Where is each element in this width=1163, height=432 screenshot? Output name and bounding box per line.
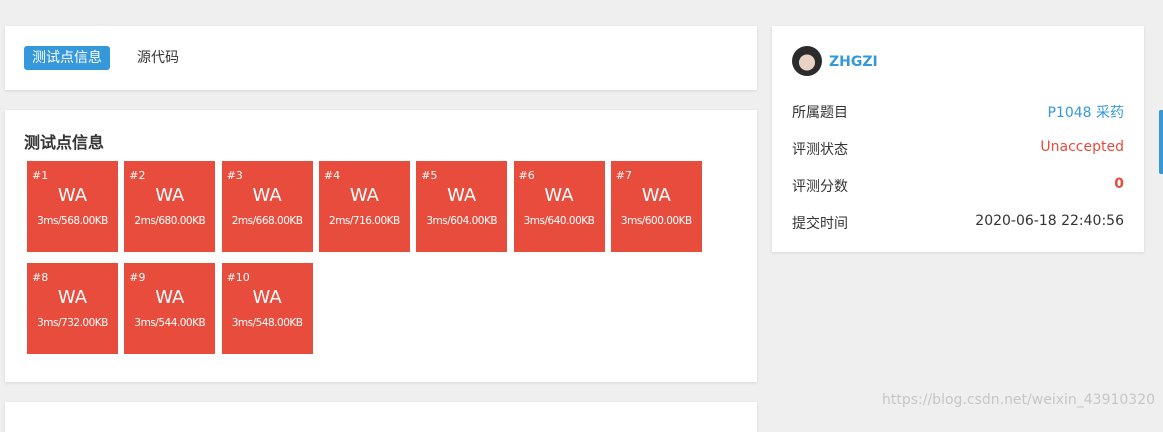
test-tile[interactable]: #1 WA 3ms/568.00KB <box>27 161 118 252</box>
test-tile[interactable]: #4 WA 2ms/716.00KB <box>318 161 410 252</box>
test-id: #7 <box>615 169 633 182</box>
test-tile[interactable]: #6 WA 3ms/640.00KB <box>513 161 605 252</box>
test-time-memory: 3ms/548.00KB <box>231 317 303 329</box>
test-id: #2 <box>129 169 146 182</box>
test-id: #1 <box>32 169 49 182</box>
test-time-memory: 3ms/604.00KB <box>426 215 498 227</box>
test-status: WA <box>155 185 185 206</box>
test-status: WA <box>155 287 185 308</box>
test-id: #10 <box>226 271 250 284</box>
test-id: #8 <box>32 271 49 284</box>
test-time-memory: 3ms/600.00KB <box>620 215 692 227</box>
test-status: WA <box>447 185 477 206</box>
test-time-memory: 2ms/680.00KB <box>134 215 206 227</box>
status-label: 评测状态 <box>792 142 848 158</box>
test-tile[interactable]: #3 WA 2ms/668.00KB <box>221 161 313 252</box>
problem-label: 所属题目 <box>792 105 848 121</box>
test-status: WA <box>641 185 671 206</box>
test-points-card: 测试点信息 #1 WA 3ms/568.00KB #2 WA 2ms/680.00KB #3… <box>5 110 757 382</box>
test-id: #6 <box>518 169 535 182</box>
test-id: #3 <box>226 169 243 182</box>
score-value: 0 <box>1114 176 1124 192</box>
test-tile[interactable]: #2 WA 2ms/680.00KB <box>124 161 216 252</box>
watermark-text: https://blog.csdn.net/weixin_43910320 <box>882 392 1156 408</box>
submit-time-value: 2020-06-18 22:40:56 <box>975 213 1124 229</box>
tabs-card: 测试点信息 源代码 <box>5 26 757 90</box>
test-time-memory: 2ms/716.00KB <box>329 215 400 227</box>
test-time-memory: 3ms/544.00KB <box>134 317 206 329</box>
test-tile[interactable]: #8 WA 3ms/732.00KB <box>27 263 118 354</box>
test-tile[interactable]: #5 WA 3ms/604.00KB <box>416 161 508 252</box>
submit-time-label: 提交时间 <box>792 216 848 232</box>
test-status: WA <box>252 185 282 206</box>
submission-info-card: ZHGZI 所属题目 P1048 采药 评测状态 Unaccepted 评测分数… <box>772 26 1144 252</box>
test-time-memory: 2ms/668.00KB <box>231 215 303 227</box>
test-id: #5 <box>421 169 438 182</box>
user-avatar-icon[interactable] <box>792 46 822 76</box>
test-id: #4 <box>323 169 341 182</box>
tab-test-points[interactable]: 测试点信息 <box>24 46 110 70</box>
test-time-memory: 3ms/732.00KB <box>37 317 108 329</box>
test-status: WA <box>57 185 88 206</box>
test-id: #9 <box>129 271 146 284</box>
problem-link[interactable]: P1048 采药 <box>1047 102 1124 122</box>
tab-source-code[interactable]: 源代码 <box>129 46 187 70</box>
test-tile[interactable]: #7 WA 3ms/600.00KB <box>610 161 702 252</box>
test-tile[interactable]: #10 WA 3ms/548.00KB <box>221 263 313 354</box>
score-label: 评测分数 <box>792 179 848 195</box>
username-link[interactable]: ZHGZI <box>829 54 878 70</box>
test-status: WA <box>252 287 282 308</box>
test-tile[interactable]: #9 WA 3ms/544.00KB <box>124 263 216 354</box>
next-section-card <box>5 402 757 432</box>
test-status: WA <box>544 185 574 206</box>
test-status: WA <box>57 287 88 308</box>
test-status: WA <box>349 185 379 206</box>
test-time-memory: 3ms/640.00KB <box>523 215 595 227</box>
status-value: Unaccepted <box>1040 139 1124 155</box>
test-time-memory: 3ms/568.00KB <box>37 215 108 227</box>
section-title: 测试点信息 <box>24 133 105 152</box>
scroll-indicator[interactable] <box>1159 110 1163 174</box>
